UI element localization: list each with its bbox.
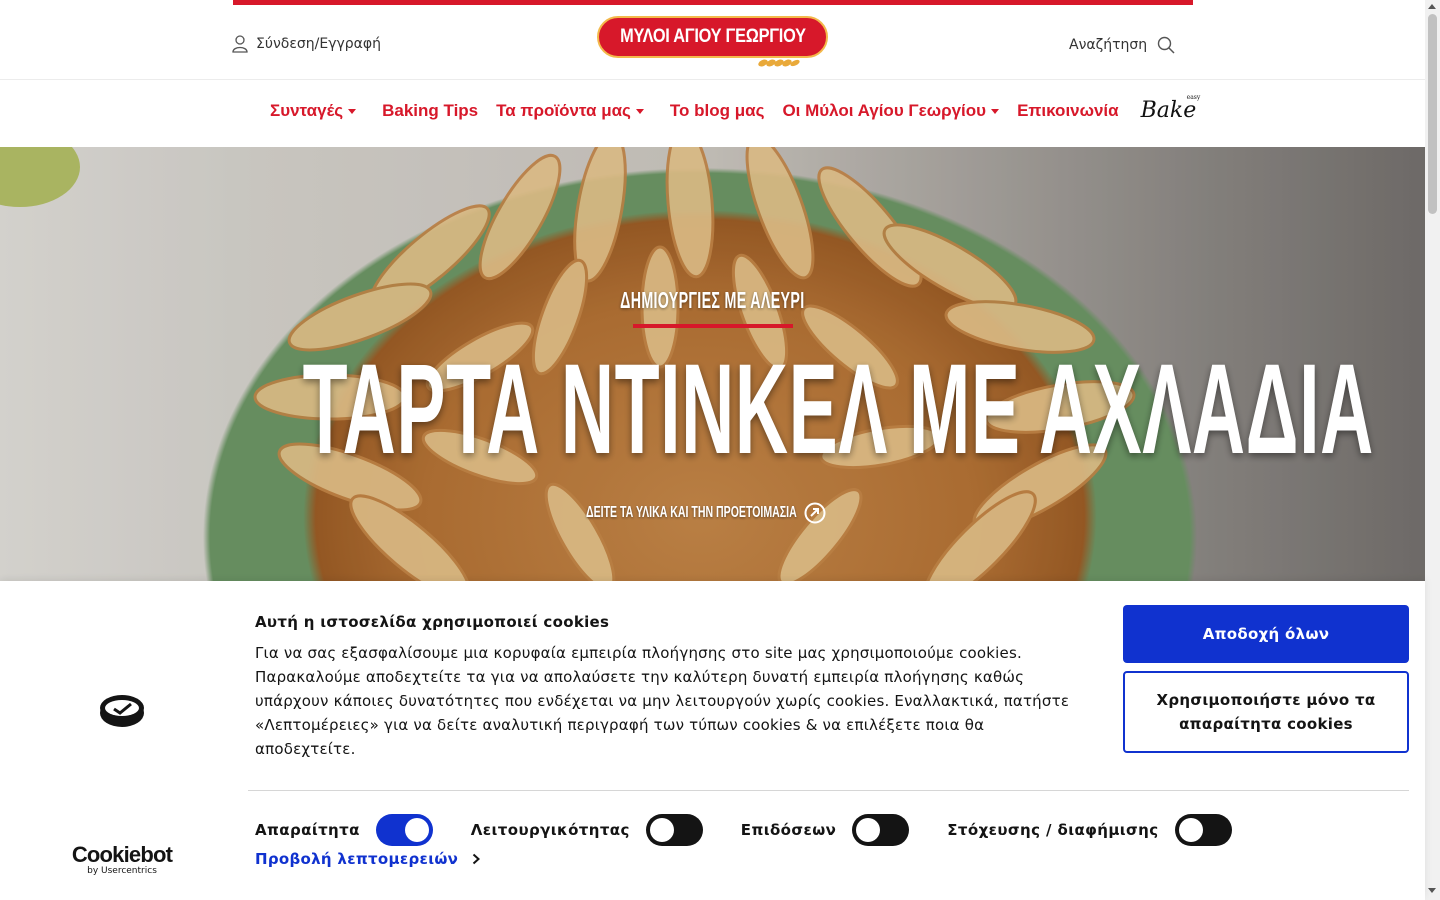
nav-label: Συνταγές: [270, 100, 344, 120]
hero-title: ΤΑΡΤΑ ΝΤΙΝΚΕΛ ΜΕ ΑΧΛΑΔΙΑ: [302, 338, 1374, 481]
switch-knob: [404, 818, 429, 842]
nav-label: Baking Tips: [382, 100, 479, 120]
toggle-functional: Λειτουργικότητας: [471, 814, 703, 846]
scroll-down-icon[interactable]: [1428, 888, 1436, 893]
login-label: Σύνδεση/Εγγραφή: [256, 36, 382, 52]
toggle-label: Στόχευσης / διαφήμισης: [947, 821, 1159, 839]
accept-all-button[interactable]: Αποδοχή όλων: [1123, 605, 1409, 663]
bake-logo-sup: easy: [1186, 94, 1201, 101]
cookiebot-by: by Usercentrics: [87, 866, 157, 876]
toggle-performance: Επιδόσεων: [740, 814, 910, 846]
nav-label: Το blog μας: [669, 100, 765, 120]
nav-label: Επικοινωνία: [1017, 100, 1119, 120]
logo-pill: ΜΥΛΟΙ ΑΓΙΟΥ ΓΕΩΡΓΙΟΥ: [597, 16, 828, 58]
cta-label: ΔΕΙΤΕ ΤΑ ΥΛΙΚΑ ΚΑΙ ΤΗΝ ΠΡΟΕΤΟΙΜΑΣΙΑ: [586, 504, 797, 521]
toggle-label: Λειτουργικότητας: [470, 821, 630, 839]
hero-kicker: ΔΗΜΙΟΥΡΓΙΕΣ ΜΕ ΑΛΕΥΡΙ: [620, 287, 805, 313]
toggle-marketing: Στόχευσης / διαφήμισης: [947, 814, 1232, 846]
toggle-label: Απαραίτητα: [255, 821, 360, 839]
page-scrollbar[interactable]: [1425, 0, 1440, 900]
cookie-consent-banner: Cookiebot by Usercentrics Αυτή η ιστοσελ…: [0, 581, 1425, 900]
search-link[interactable]: Αναζήτηση: [1069, 36, 1175, 54]
login-link[interactable]: Σύνδεση/Εγγραφή: [232, 35, 381, 53]
chevron-down-icon: [635, 109, 644, 114]
nav-item-recipes[interactable]: Συνταγές: [270, 100, 357, 121]
logo-text: ΜΥΛΟΙ ΑΓΙΟΥ ΓΕΩΡΓΙΟΥ: [619, 26, 806, 47]
cookie-toggles: Απαραίτητα Λειτουργικότητας Επιδόσεων Στ…: [255, 814, 1270, 846]
necessary-switch[interactable]: [375, 814, 433, 846]
chevron-down-icon: [348, 109, 357, 114]
switch-knob: [1178, 818, 1203, 842]
scrollbar-thumb[interactable]: [1428, 14, 1437, 214]
scroll-up-icon[interactable]: [1428, 4, 1436, 9]
nav-item-contact[interactable]: Επικοινωνία: [1017, 101, 1119, 121]
cookie-divider: [248, 790, 1409, 791]
hero-banner: ΔΗΜΙΟΥΡΓΙΕΣ ΜΕ ΑΛΕΥΡΙ ΤΑΡΤΑ ΝΤΙΝΚΕΛ ΜΕ Α…: [0, 147, 1425, 581]
nav-item-blog[interactable]: Το blog μας: [670, 101, 765, 121]
nav-item-about[interactable]: Οι Μύλοι Αγίου Γεωργίου: [782, 100, 1000, 121]
nav-label: Οι Μύλοι Αγίου Γεωργίου: [782, 100, 987, 120]
switch-knob: [649, 818, 674, 842]
view-recipe-link[interactable]: ΔΕΙΤΕ ΤΑ ΥΛΙΚΑ ΚΑΙ ΤΗΝ ΠΡΟΕΤΟΙΜΑΣΙΑ: [586, 502, 826, 524]
cookiebot-name: Cookiebot: [71, 842, 173, 867]
bake-easy-logo[interactable]: Bake easy: [1140, 94, 1201, 123]
cookiebot-icon: [100, 695, 144, 727]
toggle-label: Επιδόσεων: [740, 821, 837, 839]
search-icon: [1157, 36, 1175, 54]
cookie-title: Αυτή η ιστοσελίδα χρησιμοποιεί cookies: [255, 613, 610, 631]
nav-items: Συνταγές Baking Tips Τα προϊόντα μας Το …: [270, 94, 1201, 123]
site-header: Σύνδεση/Εγγραφή ΜΥΛΟΙ ΑΓΙΟΥ ΓΕΩΡΓΙΟΥ Ανα…: [0, 5, 1425, 80]
details-label: Προβολή λεπτομερειών: [255, 850, 459, 868]
wheat-icon: [758, 59, 800, 67]
toggle-necessary: Απαραίτητα: [255, 814, 433, 846]
site-logo[interactable]: ΜΥΛΟΙ ΑΓΙΟΥ ΓΕΩΡΓΙΟΥ: [597, 16, 828, 70]
main-nav: Συνταγές Baking Tips Τα προϊόντα μας Το …: [0, 80, 1425, 146]
show-details-link[interactable]: Προβολή λεπτομερειών: [255, 850, 481, 868]
kicker-underline: [633, 324, 793, 328]
cookie-description: Για να σας εξασφαλίσουμε μια κορυφαία εμ…: [255, 644, 1070, 758]
nav-label: Τα προϊόντα μας: [496, 100, 631, 120]
nav-item-baking-tips[interactable]: Baking Tips: [382, 101, 478, 121]
performance-switch[interactable]: [852, 814, 910, 846]
necessary-only-button[interactable]: Χρησιμοποιήστε μόνο τα απαραίτητα cookie…: [1123, 671, 1409, 753]
marketing-switch[interactable]: [1174, 814, 1232, 846]
user-icon: [232, 35, 248, 53]
arrow-circle-icon: [804, 502, 826, 524]
search-label: Αναζήτηση: [1069, 37, 1148, 53]
chevron-down-icon: [991, 109, 1000, 114]
chevron-right-icon: [473, 853, 481, 865]
nav-item-products[interactable]: Τα προϊόντα μας: [496, 101, 644, 121]
switch-knob: [856, 818, 881, 842]
cookiebot-brand: Cookiebot by Usercentrics: [70, 842, 174, 877]
functional-switch[interactable]: [645, 814, 703, 846]
bake-logo-text: Bake: [1140, 98, 1197, 123]
